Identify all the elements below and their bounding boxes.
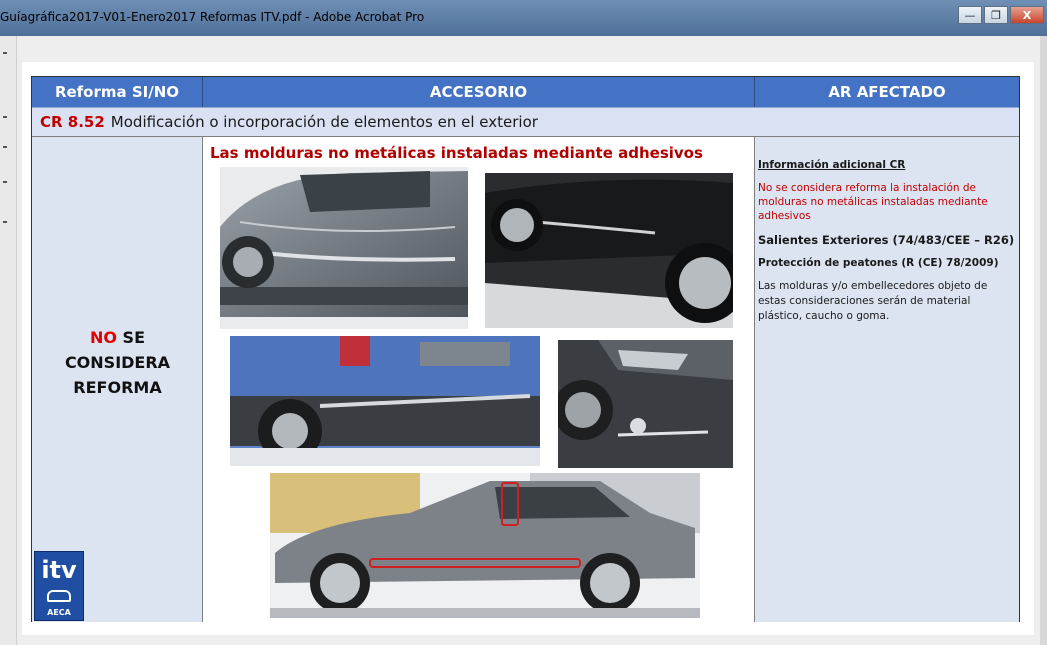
info-paragraph: Las molduras y/o embellecedores objeto d…: [758, 280, 988, 322]
verdict-text: NO SE CONSIDERA REFORMA: [32, 325, 203, 400]
cr-title: Modificación o incorporación de elemento…: [110, 113, 538, 131]
close-button[interactable]: X: [1010, 6, 1044, 24]
verdict-se: SE: [116, 328, 146, 347]
info-title: Información adicional CR: [758, 159, 906, 171]
itv-logo-sub: AECA: [47, 608, 71, 617]
itv-logo: itv AECA: [34, 551, 84, 621]
window-title: Guíagráfica2017-V01-Enero2017 Reformas I…: [0, 10, 425, 24]
photo-sedan-highlight: [270, 473, 700, 618]
itv-logo-text: itv: [41, 556, 77, 584]
minimize-button[interactable]: —: [958, 6, 982, 24]
photo-door-molding: [220, 167, 468, 329]
ar-afectado-cell: Información adicional CR No se considera…: [755, 137, 1019, 622]
title-bar: Guíagráfica2017-V01-Enero2017 Reformas I…: [0, 0, 1047, 36]
photo-front-trim: [558, 340, 733, 468]
info-red-note: No se considera reforma la instalación d…: [758, 182, 988, 222]
photo-side-trim: [485, 173, 733, 328]
header-reforma: Reforma SI/NO: [32, 77, 203, 107]
photo-rear-bumper: [230, 336, 540, 466]
header-accesorio: ACCESORIO: [203, 77, 755, 107]
left-panel-strip[interactable]: [0, 36, 17, 645]
accessory-title: Las molduras no metálicas instaladas med…: [210, 144, 703, 162]
vertical-scrollbar[interactable]: [1040, 36, 1047, 645]
verdict-no: NO: [89, 328, 117, 347]
restore-button[interactable]: ❐: [984, 6, 1008, 24]
car-icon: [47, 590, 71, 602]
verdict-reforma: REFORMA: [73, 378, 162, 397]
info-regulation-1: Salientes Exteriores (74/483/CEE – R26): [758, 233, 1015, 247]
header-ar-afectado: AR AFECTADO: [755, 77, 1019, 107]
reforma-cell: NO SE CONSIDERA REFORMA itv AECA: [32, 137, 203, 622]
cr-code: CR 8.52: [40, 113, 105, 131]
info-regulation-2: Protección de peatones (R (CE) 78/2009): [758, 257, 999, 269]
accesorio-cell: Las molduras no metálicas instaladas med…: [203, 137, 755, 622]
verdict-considera: CONSIDERA: [64, 353, 171, 372]
cr-row: CR 8.52 Modificación o incorporación de …: [32, 107, 1019, 137]
reform-table: Reforma SI/NO ACCESORIO AR AFECTADO CR 8…: [31, 76, 1020, 622]
